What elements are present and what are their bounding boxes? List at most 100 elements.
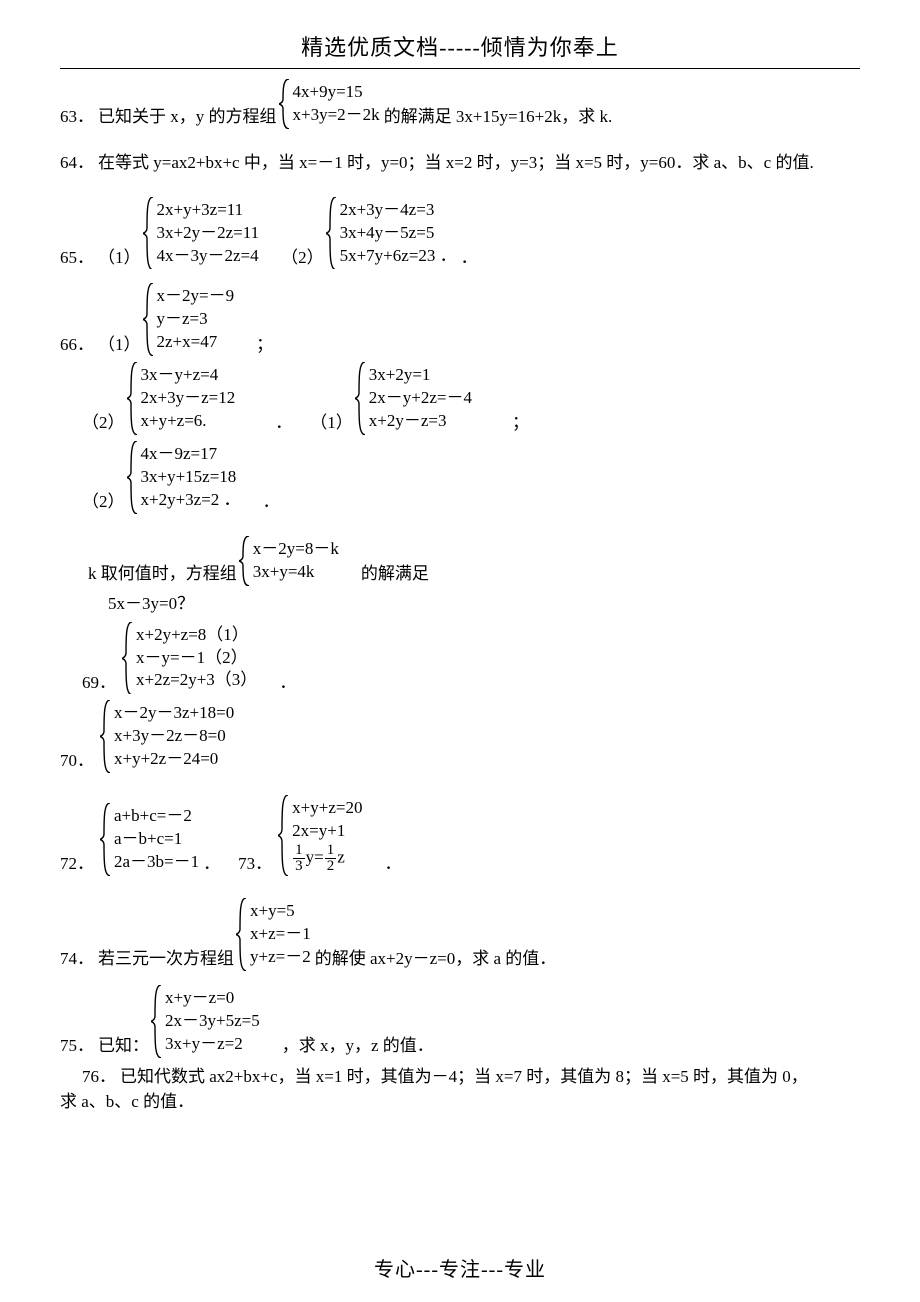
period: ． (263, 490, 280, 514)
eq-line: 2x=y+1 (292, 820, 362, 843)
eq-line: x+y－z=0 (165, 987, 260, 1010)
problem-76: 76．已知代数式 ax2+bx+c，当 x=1 时，其值为－4；当 x=7 时，… (82, 1064, 860, 1115)
problem-number: 75． (60, 1034, 94, 1058)
part-label: （1） (98, 246, 141, 270)
brace-icon (151, 985, 163, 1058)
part-label: （1） (98, 333, 141, 357)
text: k 取何值时，方程组 (88, 562, 237, 586)
equation-system: 4x+9y=15 x+3y=2－2k (279, 79, 382, 129)
problem-74: 74． 若三元一次方程组 x+y=5 x+z=－1 y+z=－2 的解使 ax+… (60, 898, 860, 971)
equation-system: 2x+y+3z=11 3x+2y－2z=11 4x－3y－2z=4 (143, 197, 262, 270)
eq-line: 2x－3y+5z=5 (165, 1010, 260, 1033)
eq-line: 3x+y=4k (253, 561, 339, 584)
eq-line: 3x+2y－2z=11 (157, 222, 260, 245)
text: 5x－3y=0？ (108, 592, 194, 616)
eq-line: x+3y=2－2k (293, 104, 380, 127)
text: 的解满足 3x+15y=16+2k，求 k. (384, 105, 613, 129)
brace-icon (355, 362, 367, 435)
equation-system: 2x+3y－4z=3 3x+4y－5z=5 5x+7y+6z=23 ． (326, 197, 459, 270)
eq-line: 2x－y+2z=－4 (369, 387, 472, 410)
semicolon: ； (512, 411, 529, 435)
problem-66-part2: （2） 3x－y+z=4 2x+3y－z=12 x+y+z=6. ． （1） (82, 362, 860, 435)
eq-line: 3x+2y=1 (369, 364, 472, 387)
eq-line: 2x+y+3z=11 (157, 199, 260, 222)
eq-line: a－b+c=1 (114, 828, 199, 851)
equation-system: 3x+2y=1 2x－y+2z=－4 x+2y－z=3 (355, 362, 474, 435)
problem-number: 76． (82, 1067, 116, 1086)
problem-number: 70． (60, 749, 94, 773)
eq-line: 2a－3b=－1 (114, 851, 199, 874)
eq-line: 2x+3y－z=12 (141, 387, 236, 410)
eq-line: x+2y－z=3 (369, 410, 472, 433)
eq-line: 2x+3y－4z=3 (340, 199, 457, 222)
eq-line: x－2y=－9 (157, 285, 235, 308)
problem-72-73: 72． a+b+c=－2 a－b+c=1 2a－3b=－1 ． 73． (60, 795, 860, 876)
eq-line: x+2y+3z=2 ． (141, 489, 241, 512)
text: 若三元一次方程组 (98, 947, 234, 971)
problem-70: 70． x－2y－3z+18=0 x+3y－2z－8=0 x+y+2z－24=0 (60, 700, 860, 773)
period: ． (275, 411, 292, 435)
problem-number: 63． (60, 105, 94, 129)
equation-system: x+y+z=20 2x=y+1 1 3 y= 1 2 z (278, 795, 364, 876)
eq-line: 5x+7y+6z=23 ． (340, 245, 457, 268)
text: 已知关于 x，y 的方程组 (98, 105, 277, 129)
eq-line: x+2y+z=8（1） (136, 624, 257, 647)
problem-number: 74． (60, 947, 94, 971)
eq-line: 3x+y+15z=18 (141, 466, 241, 489)
eq-line: 2z+x=47 (157, 331, 235, 354)
problem-64: 64． 在等式 y=ax2+bx+c 中，当 x=－1 时，y=0；当 x=2 … (60, 151, 860, 175)
period: ． (384, 852, 401, 876)
eq-line: x－2y－3z+18=0 (114, 702, 234, 725)
eq-line: 3x－y+z=4 (141, 364, 236, 387)
brace-icon (278, 795, 290, 876)
problem-75: 75． 已知： x+y－z=0 2x－3y+5z=5 3x+y－z=2 ，求 x… (60, 985, 860, 1058)
equation-system: x+y=5 x+z=－1 y+z=－2 (236, 898, 313, 971)
eq-line: x+3y－2z－8=0 (114, 725, 234, 748)
problem-65: 65． （1） 2x+y+3z=11 3x+2y－2z=11 4x－3y－2z=… (60, 197, 860, 270)
eq-line: x+y=5 (250, 900, 311, 923)
eq-line: 4x+9y=15 (293, 81, 380, 104)
part-label: （2） (281, 246, 324, 270)
text: 在等式 y=ax2+bx+c 中，当 x=－1 时，y=0；当 x=2 时，y=… (98, 151, 814, 175)
brace-icon (143, 283, 155, 356)
period: ． (279, 671, 296, 695)
eq-line: x+z=－1 (250, 923, 311, 946)
equation-system: x－2y－3z+18=0 x+3y－2z－8=0 x+y+2z－24=0 (100, 700, 236, 773)
brace-icon (143, 197, 155, 270)
brace-icon (122, 622, 134, 695)
brace-icon (239, 536, 251, 586)
eq-line: x+y+z=20 (292, 797, 362, 820)
text: 求 a、b、c 的值． (60, 1092, 194, 1111)
problem-67-part2: （2） 4x－9z=17 3x+y+15z=18 x+2y+3z=2 ． ． (82, 441, 860, 514)
fraction: 1 3 (293, 843, 305, 874)
eq-line: x－2y=8－k (253, 538, 339, 561)
part-label: （1） (310, 411, 353, 435)
eq-line: a+b+c=－2 (114, 805, 199, 828)
problem-66: 66． （1） x－2y=－9 y－z=3 2z+x=47 ； (60, 283, 860, 356)
equation-system: x－2y=8－k 3x+y=4k (239, 536, 341, 586)
page-header: 精选优质文档-----倾情为你奉上 (60, 30, 860, 69)
problem-k: k 取何值时，方程组 x－2y=8－k 3x+y=4k 的解满足 (88, 536, 860, 586)
problem-k-line2: 5x－3y=0？ (108, 592, 860, 616)
problem-number: 66． (60, 333, 94, 357)
eq-line: 3x+4y－5z=5 (340, 222, 457, 245)
eq-line: 3x+y－z=2 (165, 1033, 260, 1056)
problem-number: 73． (238, 852, 272, 876)
brace-icon (326, 197, 338, 270)
eq-line: x+y+z=6. (141, 410, 236, 433)
problem-number: 72． (60, 852, 94, 876)
period: ． (461, 246, 478, 270)
brace-icon (127, 362, 139, 435)
part-label: （2） (82, 490, 125, 514)
eq-line: x－y=－1（2） (136, 647, 257, 670)
eq-line: 1 3 y= 1 2 z (292, 843, 362, 874)
page: 精选优质文档-----倾情为你奉上 63． 已知关于 x，y 的方程组 4x+9… (0, 0, 920, 1302)
eq-line: 4x－3y－2z=4 (157, 245, 260, 268)
brace-icon (100, 803, 112, 876)
text: 的解满足 (361, 562, 429, 586)
semicolon: ； (256, 333, 273, 357)
fraction: 1 2 (325, 843, 337, 874)
eq-line: x+2z=2y+3（3） (136, 669, 257, 692)
eq-line: x+y+2z－24=0 (114, 748, 234, 771)
text: 的解使 ax+2y－z=0，求 a 的值． (315, 947, 557, 971)
